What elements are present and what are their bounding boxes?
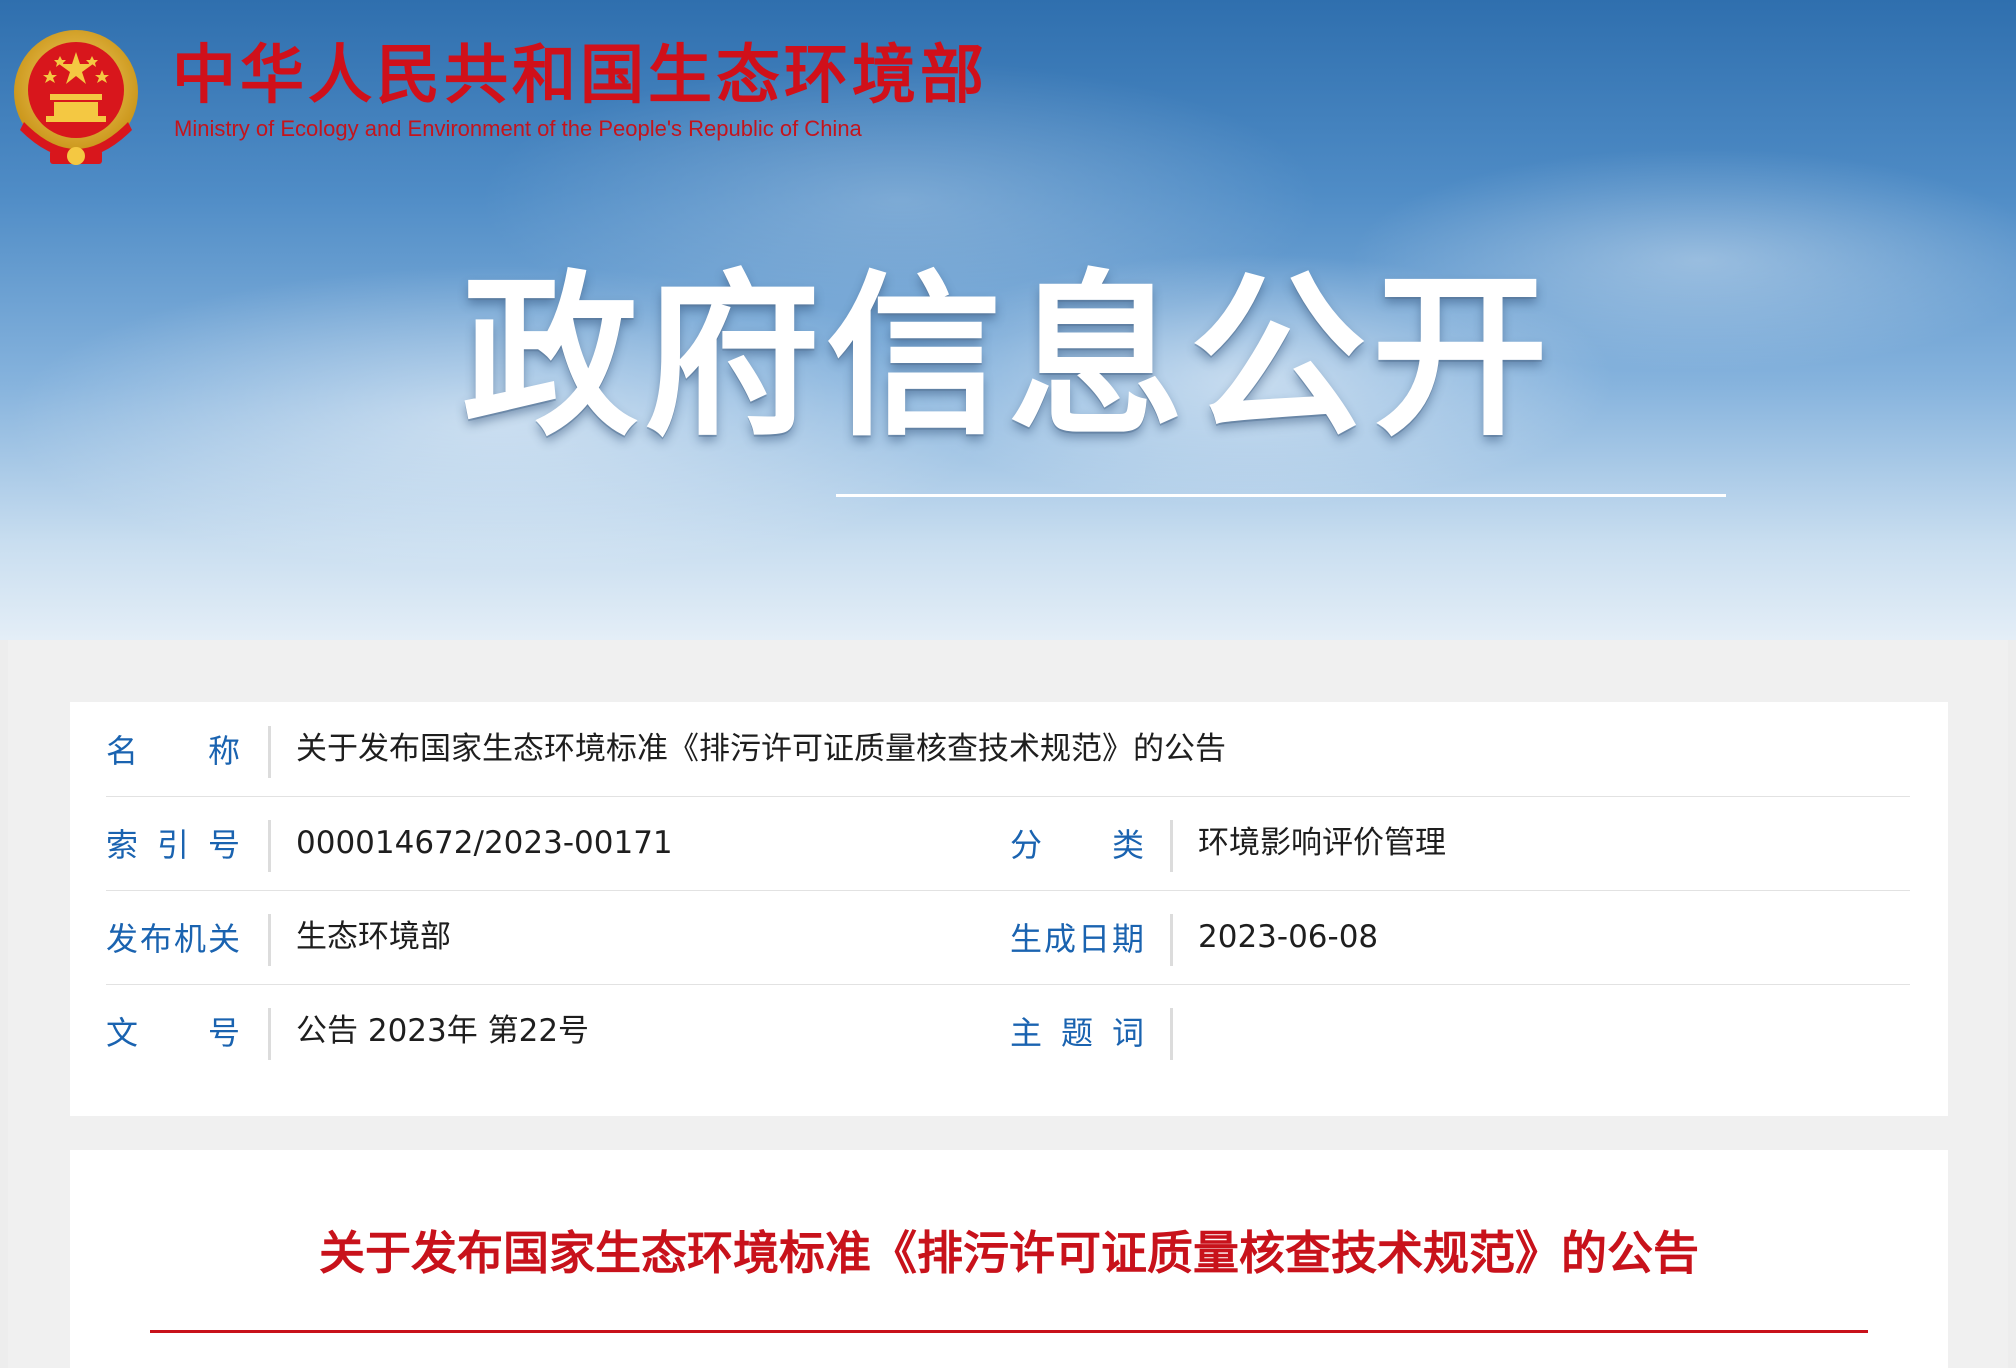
meta-value-category: 环境影响评价管理 bbox=[1198, 825, 1446, 861]
meta-label-issuer: 发布机关 bbox=[106, 920, 240, 958]
meta-label-doc-no: 文号 bbox=[106, 1014, 240, 1052]
meta-label-name: 名称 bbox=[106, 732, 240, 770]
meta-label-date: 生成日期 bbox=[1010, 920, 1144, 958]
meta-value-name: 关于发布国家生态环境标准《排污许可证质量核查技术规范》的公告 bbox=[296, 731, 1226, 767]
meta-separator bbox=[268, 726, 271, 778]
ministry-name-en[interactable]: Ministry of Ecology and Environment of t… bbox=[174, 114, 862, 144]
national-emblem-icon bbox=[14, 30, 138, 165]
ministry-name-cn[interactable]: 中华人民共和国生态环境部 bbox=[172, 38, 988, 114]
page-hero-title: 政府信息公开 bbox=[462, 255, 1555, 460]
meta-separator bbox=[1170, 914, 1173, 966]
meta-row-name: 名称 关于发布国家生态环境标准《排污许可证质量核查技术规范》的公告 bbox=[106, 702, 1910, 797]
header-banner: 中华人民共和国生态环境部 Ministry of Ecology and Env… bbox=[0, 0, 2016, 640]
hero-divider bbox=[836, 494, 1726, 497]
meta-value-date: 2023-06-08 bbox=[1198, 919, 1379, 955]
meta-separator bbox=[268, 820, 271, 872]
meta-row-doc-no: 文号 公告 2023年 第22号 主题词 bbox=[106, 984, 1910, 1078]
article-title-rule bbox=[150, 1330, 1868, 1333]
meta-separator bbox=[268, 914, 271, 966]
meta-label-keywords: 主题词 bbox=[1010, 1014, 1144, 1052]
meta-value-index: 000014672/2023-00171 bbox=[296, 825, 673, 861]
article-title: 关于发布国家生态环境标准《排污许可证质量核查技术规范》的公告 bbox=[319, 1226, 1699, 1280]
meta-label-index: 索引号 bbox=[106, 826, 240, 864]
meta-value-issuer: 生态环境部 bbox=[296, 919, 451, 955]
meta-row-issuer: 发布机关 生态环境部 生成日期 2023-06-08 bbox=[106, 890, 1910, 985]
article-card: 关于发布国家生态环境标准《排污许可证质量核查技术规范》的公告 bbox=[70, 1150, 1948, 1368]
meta-separator bbox=[268, 1008, 271, 1060]
meta-separator bbox=[1170, 1008, 1173, 1060]
document-meta-card: 名称 关于发布国家生态环境标准《排污许可证质量核查技术规范》的公告 索引号 00… bbox=[70, 702, 1948, 1116]
meta-label-category: 分类 bbox=[1010, 826, 1144, 864]
meta-separator bbox=[1170, 820, 1173, 872]
meta-value-doc-no: 公告 2023年 第22号 bbox=[296, 1013, 590, 1049]
meta-row-index: 索引号 000014672/2023-00171 分类 环境影响评价管理 bbox=[106, 796, 1910, 891]
